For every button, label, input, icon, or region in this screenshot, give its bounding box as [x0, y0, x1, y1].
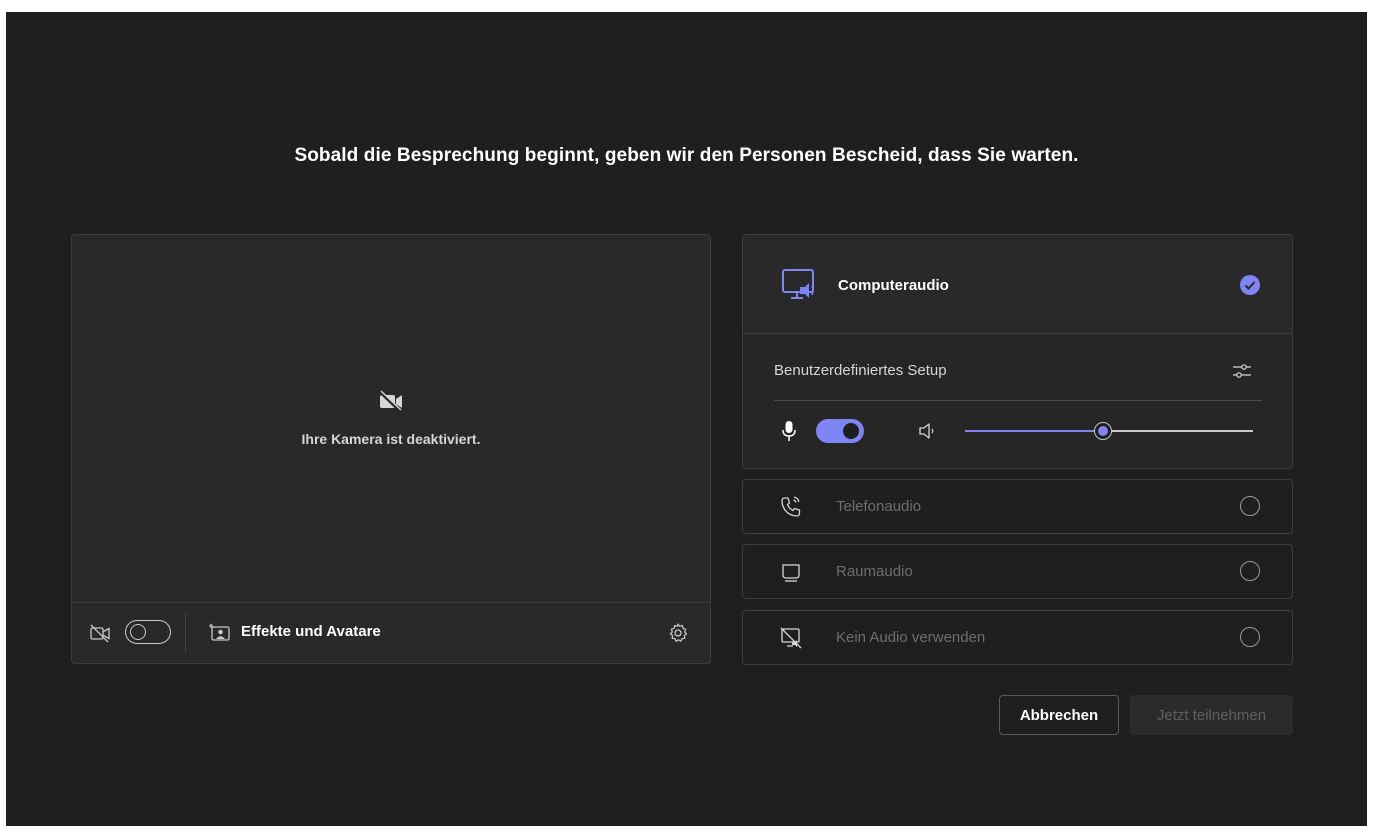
- slider-thumb-dot: [1098, 426, 1109, 436]
- room-audio-radio[interactable]: [1240, 561, 1260, 581]
- no-audio-option[interactable]: Kein Audio verwenden: [742, 610, 1293, 665]
- setup-divider: [774, 400, 1262, 401]
- camera-off-message: Ihre Kamera ist deaktiviert.: [301, 431, 481, 447]
- computer-audio-icon: [782, 269, 814, 299]
- microphone-icon: [782, 421, 796, 441]
- no-audio-radio[interactable]: [1240, 627, 1260, 647]
- camera-off-icon[interactable]: [89, 623, 111, 643]
- toggle-knob: [130, 624, 146, 640]
- slider-thumb[interactable]: [1094, 422, 1113, 440]
- audio-settings-sliders-icon[interactable]: [1231, 360, 1253, 382]
- lobby-headline: Sobald die Besprechung beginnt, geben wi…: [294, 145, 1079, 166]
- volume-slider[interactable]: [965, 421, 1253, 441]
- phone-audio-label: Telefonaudio: [836, 498, 922, 515]
- custom-setup-label: Benutzerdefiniertes Setup: [774, 362, 947, 379]
- room-audio-label: Raumaudio: [836, 563, 913, 580]
- room-display-icon: [782, 564, 800, 582]
- toggle-knob: [843, 423, 859, 439]
- room-audio-option[interactable]: Raumaudio: [742, 544, 1293, 599]
- effects-button[interactable]: Effekte und Avatare: [241, 623, 381, 640]
- no-audio-label: Kein Audio verwenden: [836, 629, 986, 646]
- toolbar-divider: [185, 613, 186, 653]
- cancel-button[interactable]: Abbrechen: [999, 695, 1119, 735]
- video-preview: Ihre Kamera ist deaktiviert. Effekte und…: [71, 234, 711, 664]
- no-audio-icon: [780, 627, 802, 649]
- microphone-toggle[interactable]: [816, 419, 864, 443]
- speaker-icon: [919, 423, 934, 439]
- check-icon: [1240, 275, 1260, 295]
- computer-audio-label: Computeraudio: [838, 277, 949, 294]
- join-now-button[interactable]: Jetzt teilnehmen: [1130, 695, 1293, 735]
- phone-audio-option[interactable]: Telefonaudio: [742, 479, 1293, 534]
- meeting-lobby: Sobald die Besprechung beginnt, geben wi…: [6, 12, 1367, 826]
- computer-audio-option[interactable]: Computeraudio: [743, 235, 1292, 334]
- camera-toggle[interactable]: [125, 620, 171, 644]
- camera-off-icon: [378, 390, 402, 412]
- phone-icon: [781, 496, 801, 517]
- gear-icon[interactable]: [667, 622, 689, 644]
- slider-fill: [965, 430, 1104, 432]
- audio-options-panel: Computeraudio Benutzerdefiniertes Setup: [742, 234, 1293, 469]
- video-toolbar: Effekte und Avatare: [72, 602, 710, 663]
- effects-icon[interactable]: [209, 623, 231, 643]
- phone-audio-radio[interactable]: [1240, 496, 1260, 516]
